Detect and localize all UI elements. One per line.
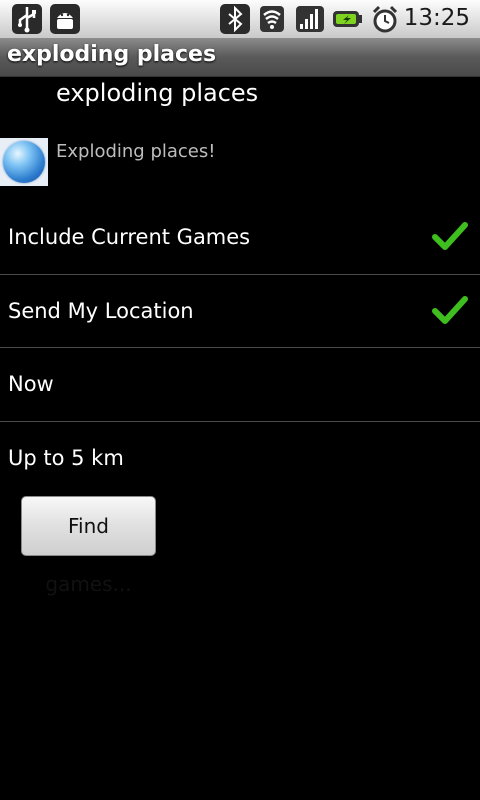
status-time: 13:25 bbox=[403, 5, 470, 31]
app-description: Exploding places! bbox=[56, 141, 216, 162]
distance-row[interactable]: Up to 5 km bbox=[0, 422, 480, 495]
alarm-icon bbox=[370, 4, 400, 34]
when-row[interactable]: Now bbox=[0, 348, 480, 421]
usb-icon bbox=[12, 4, 42, 34]
signal-icon bbox=[295, 4, 325, 34]
wifi-icon bbox=[257, 4, 287, 34]
when-label: Now bbox=[8, 372, 54, 396]
find-games-button[interactable]: Find games... bbox=[21, 496, 156, 596]
android-debug-icon bbox=[50, 4, 80, 34]
bluetooth-icon bbox=[220, 4, 250, 34]
status-bar: 13:25 bbox=[0, 0, 480, 39]
battery-charging-icon bbox=[332, 4, 362, 34]
include-current-games-row[interactable]: Include Current Games bbox=[0, 201, 480, 274]
send-my-location-label: Send My Location bbox=[8, 299, 194, 323]
title-bar: exploding places bbox=[0, 38, 480, 77]
include-current-games-label: Include Current Games bbox=[8, 225, 251, 249]
globe-icon bbox=[0, 138, 48, 186]
app-name: exploding places bbox=[56, 79, 259, 107]
distance-label: Up to 5 km bbox=[8, 446, 124, 470]
window-title: exploding places bbox=[7, 42, 217, 67]
send-my-location-row[interactable]: Send My Location bbox=[0, 275, 480, 348]
check-icon[interactable] bbox=[432, 293, 468, 329]
check-icon[interactable] bbox=[432, 219, 468, 255]
